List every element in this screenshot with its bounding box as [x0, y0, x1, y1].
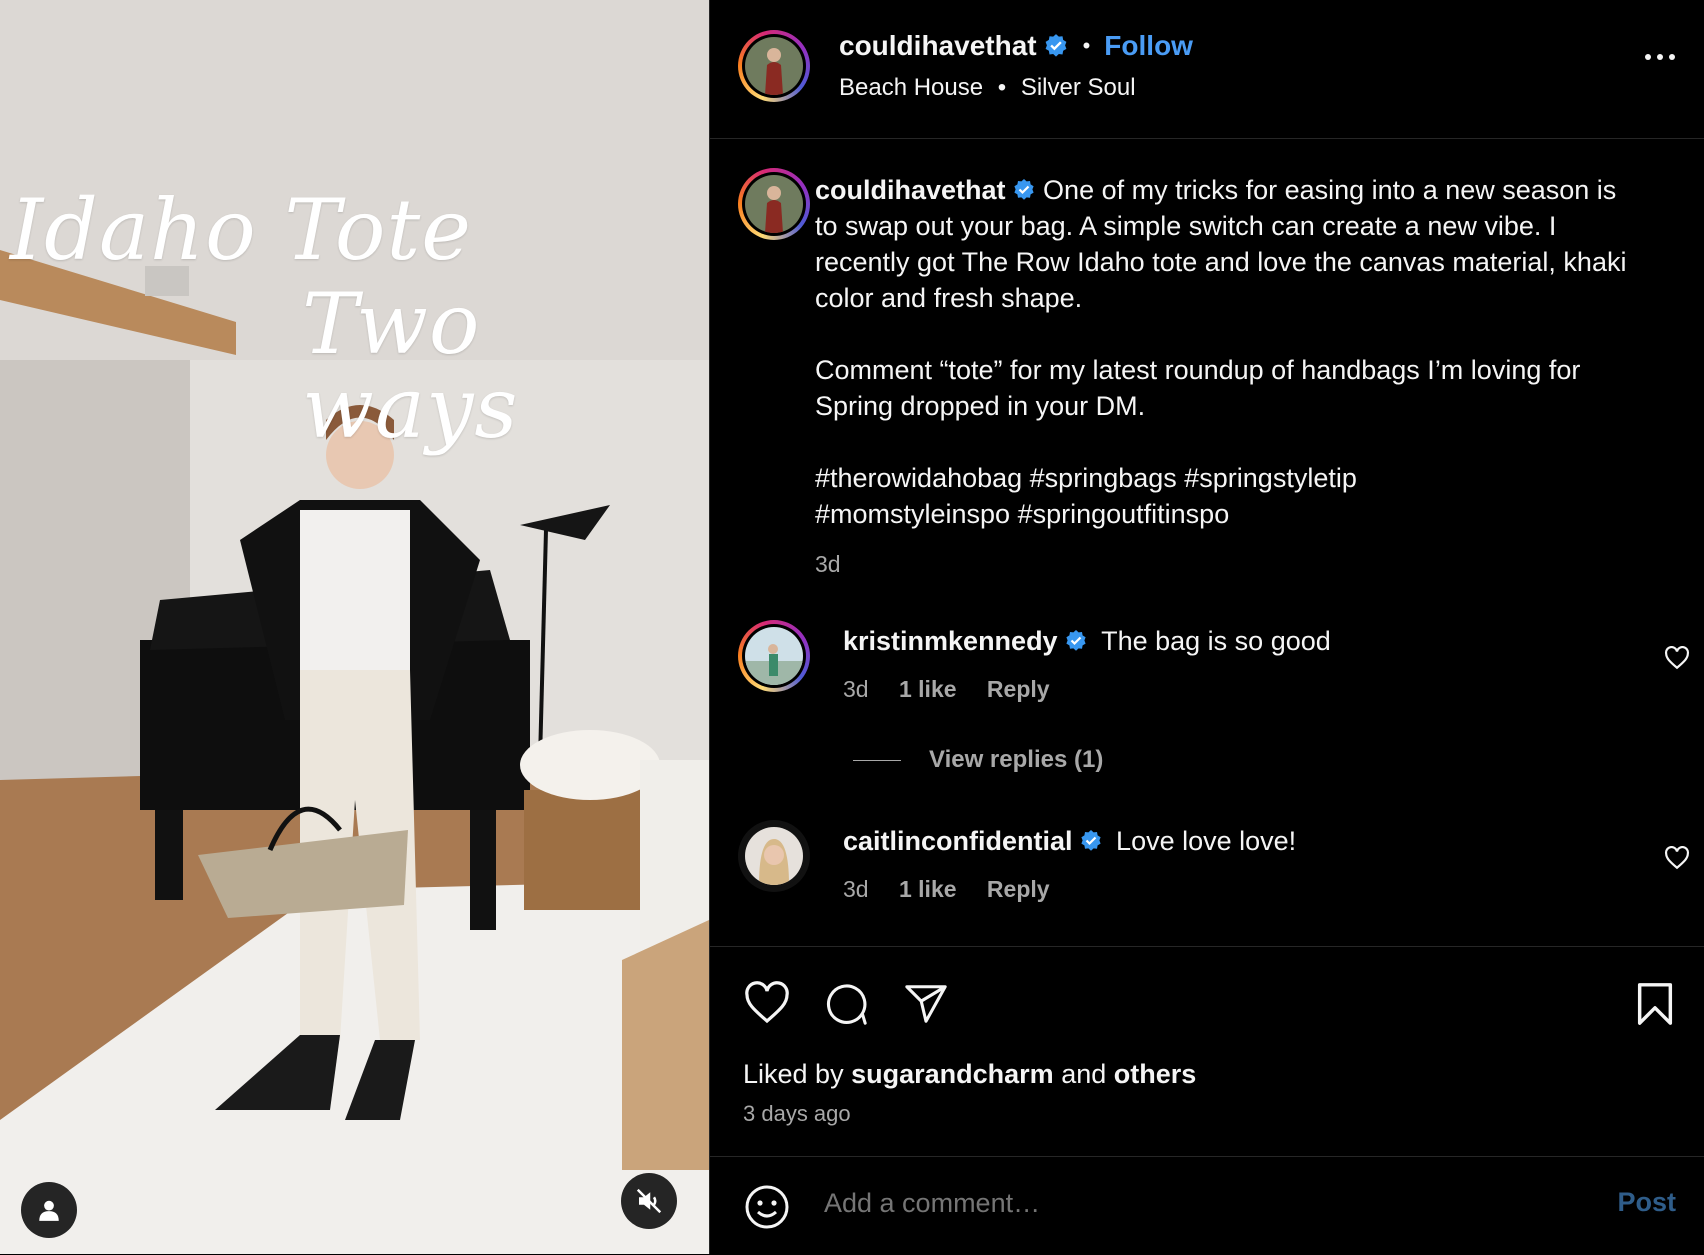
header-user-row: couldihavethat • Follow — [839, 30, 1193, 62]
caption-avatar-image — [745, 175, 803, 233]
heart-icon[interactable] — [1664, 646, 1690, 670]
comment-body: caitlinconfidential Love love love! — [843, 826, 1296, 857]
post-actions: Liked by sugarandcharm and others 3 days… — [710, 946, 1704, 1157]
comment-reply-button[interactable]: Reply — [987, 876, 1050, 902]
caption-username[interactable]: couldihavethat — [815, 175, 1006, 205]
comment-time: 3d — [843, 876, 869, 902]
comment-meta: 3d 1 like Reply — [843, 876, 1074, 903]
liked-by-and: and — [1061, 1059, 1107, 1089]
overlay-title-line2: Two ways — [302, 275, 519, 457]
follow-button[interactable]: Follow — [1104, 30, 1193, 62]
comment-text: The bag is so good — [1101, 626, 1331, 656]
comment-avatar-image — [745, 827, 803, 885]
author-avatar-image — [745, 37, 803, 95]
caption-avatar[interactable] — [738, 168, 810, 240]
mute-button[interactable] — [621, 1173, 677, 1229]
liked-by-user[interactable]: sugarandcharm — [851, 1059, 1054, 1089]
comment-item: caitlinconfidential Love love love! 3d 1… — [738, 820, 1698, 920]
comment-icon[interactable] — [823, 981, 869, 1027]
caption-paragraph-2: Comment “tote” for my latest roundup of … — [815, 355, 1581, 421]
audio-separator: • — [997, 74, 1007, 101]
comment-likes[interactable]: 1 like — [899, 676, 957, 702]
comment-body: kristinmkennedy The bag is so good — [843, 626, 1331, 657]
heart-icon[interactable] — [1664, 846, 1690, 870]
verified-icon — [1080, 830, 1101, 851]
verified-icon — [1065, 630, 1086, 651]
liked-by-others[interactable]: others — [1114, 1059, 1197, 1089]
caption-hashtags-line1[interactable]: #therowidahobag #springbags #springstyle… — [815, 463, 1357, 493]
add-comment-bar: Post — [710, 1156, 1704, 1255]
comment-likes[interactable]: 1 like — [899, 876, 957, 902]
caption: couldihavethat One of my tricks for easi… — [815, 172, 1635, 582]
comment-item: kristinmkennedy The bag is so good 3d 1 … — [738, 620, 1698, 720]
post-media[interactable]: Idaho Tote Two ways — [0, 0, 709, 1254]
post-details-pane: couldihavethat • Follow Beach House • Si… — [710, 0, 1704, 1254]
tagged-users-button[interactable] — [21, 1182, 77, 1238]
audio-track[interactable]: Silver Soul — [1021, 74, 1136, 101]
comment-username[interactable]: kristinmkennedy — [843, 626, 1058, 656]
comment-avatar-image — [745, 627, 803, 685]
mute-icon — [636, 1188, 662, 1214]
more-icon[interactable] — [1644, 52, 1676, 62]
post-date: 3 days ago — [743, 1101, 851, 1126]
view-replies-button[interactable]: View replies (1) — [853, 746, 1103, 774]
share-icon[interactable] — [903, 981, 949, 1027]
comment-input[interactable] — [822, 1187, 1526, 1220]
header-username[interactable]: couldihavethat — [839, 30, 1037, 62]
view-replies-label[interactable]: View replies (1) — [929, 746, 1103, 774]
verified-icon — [1045, 34, 1066, 57]
comment-username[interactable]: caitlinconfidential — [843, 826, 1073, 856]
header-separator: • — [1082, 33, 1091, 58]
post-header: couldihavethat • Follow Beach House • Si… — [710, 0, 1704, 139]
comment-text: Love love love! — [1116, 826, 1297, 856]
comment-avatar[interactable] — [738, 620, 810, 692]
comment-time: 3d — [843, 676, 869, 702]
audio-info[interactable]: Beach House • Silver Soul — [839, 74, 1136, 102]
liked-by-prefix: Liked by — [743, 1059, 844, 1089]
heart-icon[interactable] — [743, 981, 791, 1025]
audio-artist[interactable]: Beach House — [839, 74, 983, 101]
author-avatar[interactable] — [738, 30, 810, 102]
post-comment-button[interactable]: Post — [1617, 1187, 1676, 1218]
comment-avatar[interactable] — [738, 820, 810, 892]
view-replies-line — [853, 759, 901, 761]
bookmark-icon[interactable] — [1635, 981, 1675, 1027]
user-icon — [39, 1200, 59, 1221]
caption-time: 3d — [815, 551, 841, 577]
emoji-icon[interactable] — [743, 1183, 791, 1231]
caption-hashtags-line2[interactable]: #momstyleinspo #springoutfitinspo — [815, 499, 1229, 529]
comment-meta: 3d 1 like Reply — [843, 676, 1074, 703]
comment-reply-button[interactable]: Reply — [987, 676, 1050, 702]
verified-icon — [1013, 179, 1034, 200]
liked-by: Liked by sugarandcharm and others — [743, 1059, 1196, 1090]
overlay-title-line1: Idaho Tote — [10, 181, 472, 279]
